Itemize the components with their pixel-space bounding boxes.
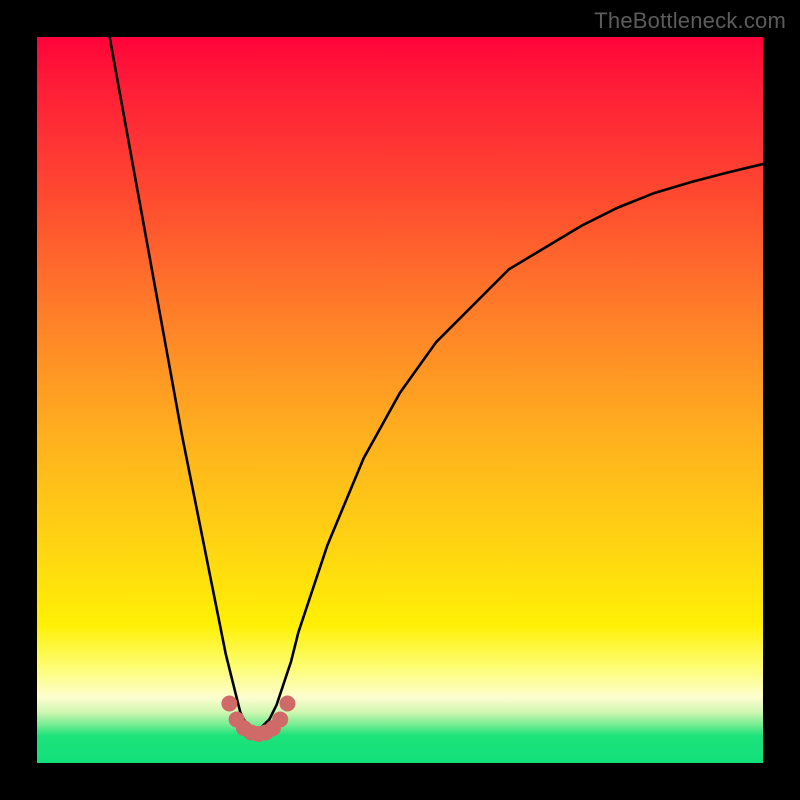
curve-min-dot xyxy=(279,695,295,711)
chart-frame: TheBottleneck.com xyxy=(0,0,800,800)
plot-area xyxy=(37,37,763,763)
watermark-text: TheBottleneck.com xyxy=(594,8,786,34)
curve-min-dot xyxy=(221,695,237,711)
curve-layer xyxy=(37,37,763,763)
curve-min-dot xyxy=(272,711,288,727)
bottleneck-curve xyxy=(110,37,763,734)
